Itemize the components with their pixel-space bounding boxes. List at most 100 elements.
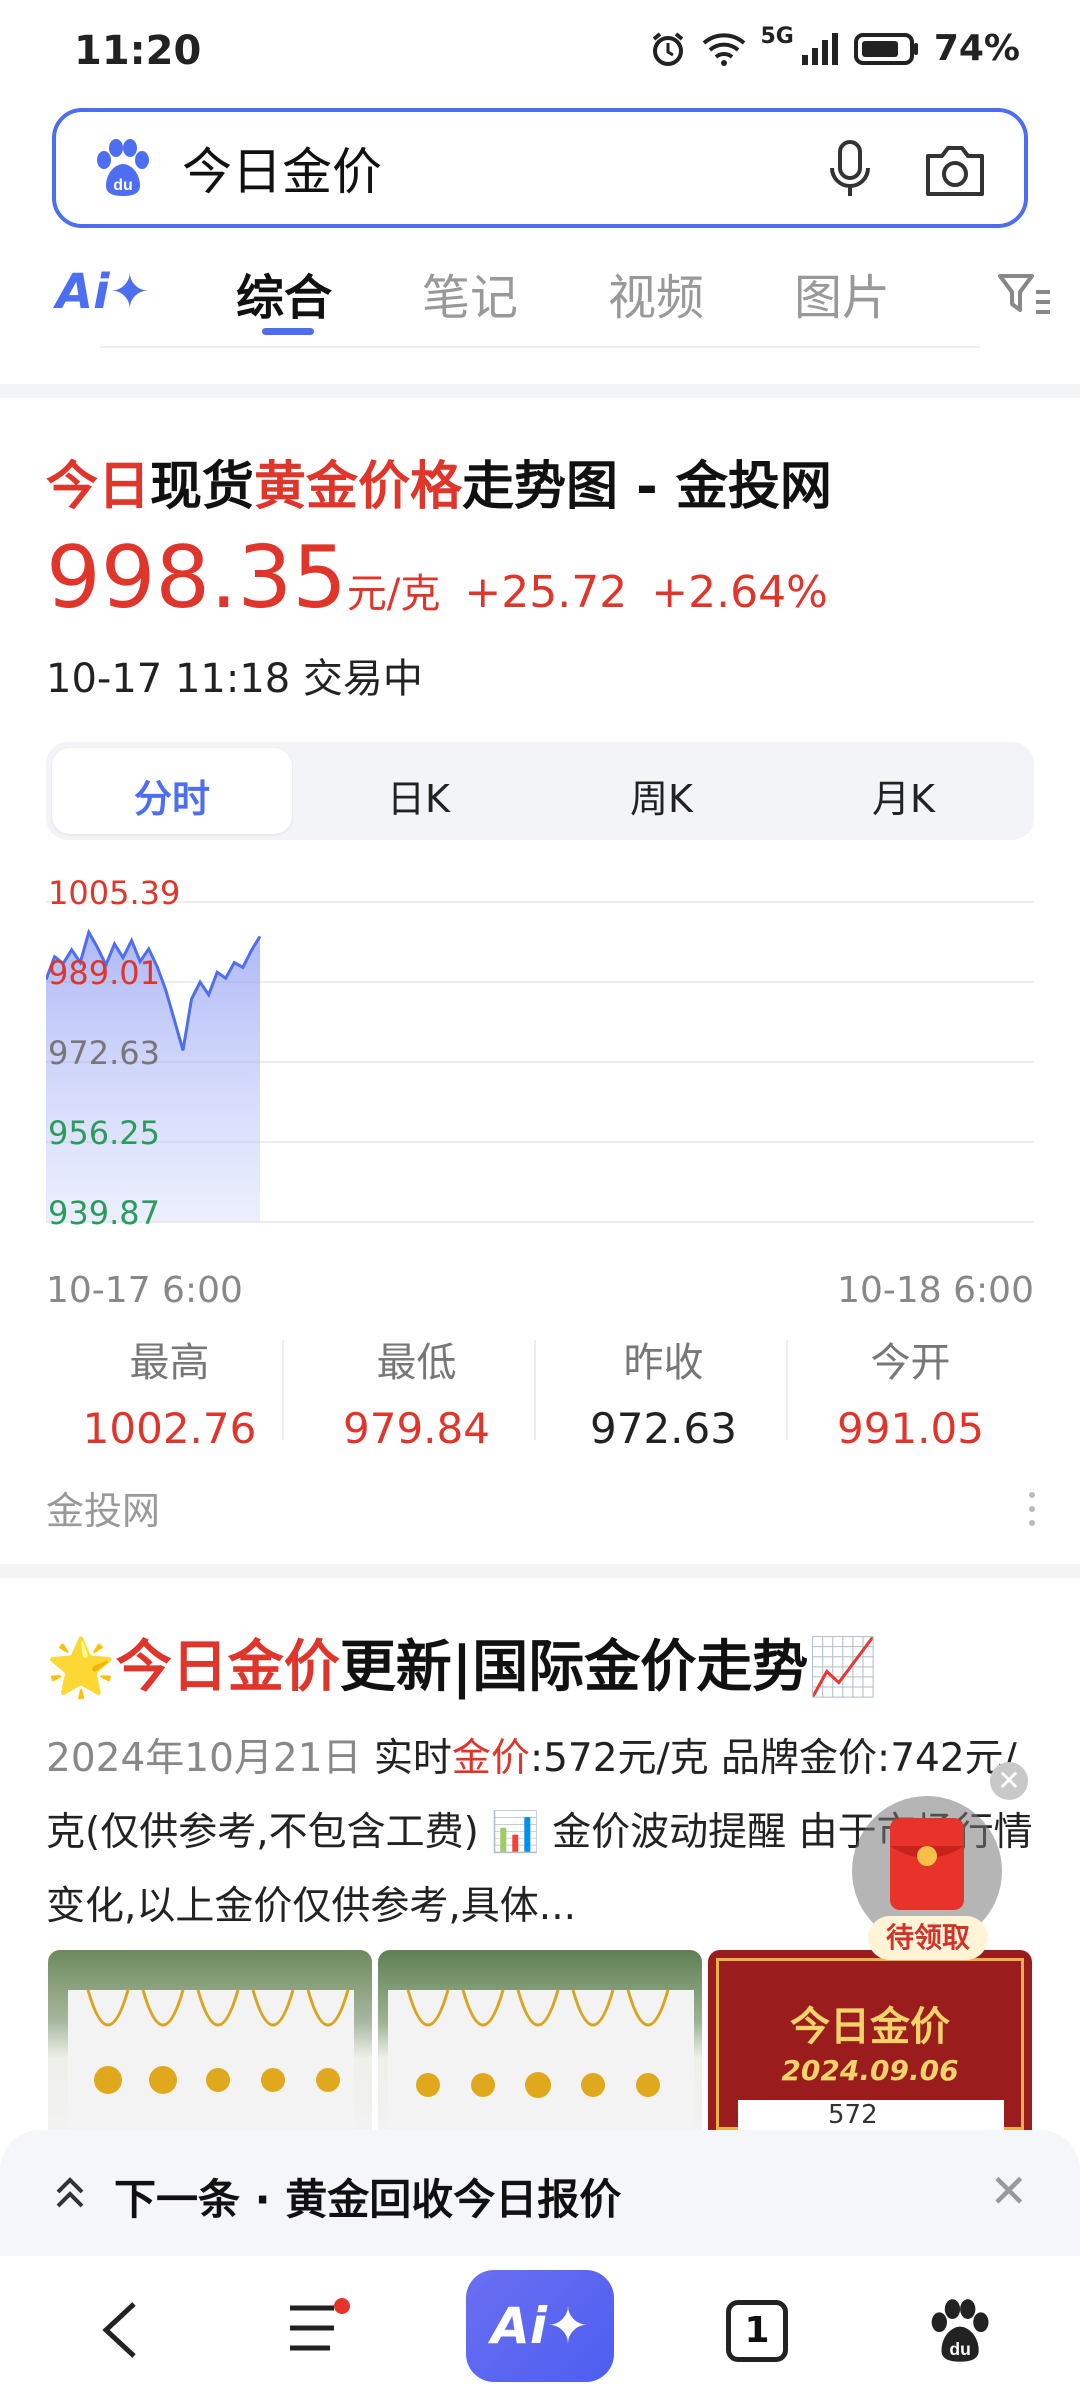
result-image-price-poster[interactable]: 今日金价 2024.09.06 572: [708, 1950, 1032, 2130]
ai-tab[interactable]: Ai✦: [56, 264, 150, 320]
camera-icon[interactable]: [922, 140, 988, 200]
trade-timestamp: 10-17 11:18 交易中: [46, 656, 423, 702]
filter-icon[interactable]: [996, 270, 1052, 318]
back-icon[interactable]: [96, 2300, 144, 2360]
tab-videos[interactable]: 视频: [608, 258, 704, 328]
y-tick-label: 972.63: [48, 1034, 160, 1072]
tab-images[interactable]: 图片: [794, 258, 890, 328]
title-part: 走势图 - 金投网: [462, 457, 832, 517]
status-bar: 11:20 5G 74%: [0, 0, 1080, 100]
alarm-icon: [653, 31, 684, 66]
seg-intraday[interactable]: 分时: [134, 768, 210, 823]
seg-weekly-k[interactable]: 周K: [630, 768, 693, 823]
snippet-text: 实时: [361, 1736, 452, 1781]
snippet-date: 2024年10月21日: [46, 1736, 362, 1781]
wifi-icon: [703, 32, 746, 66]
stat-label: 最低: [376, 1340, 457, 1386]
stat-value: 991.05: [837, 1404, 984, 1453]
search-query[interactable]: 今日金价: [182, 132, 382, 204]
star-emoji-icon: 🌟: [46, 1635, 116, 1700]
tab-comprehensive[interactable]: 综合: [236, 258, 332, 328]
more-options-icon[interactable]: [1028, 1490, 1036, 1528]
red-envelope-icon: [890, 1818, 964, 1910]
result-images: 今日金价 2024.09.06 572: [48, 1950, 1032, 2130]
ai-assistant-button[interactable]: Ai✦: [466, 2270, 614, 2382]
price-change-pct: +2.64%: [651, 567, 828, 618]
price-chart-svg: [44, 901, 1034, 1223]
stat-value: 979.84: [343, 1404, 490, 1453]
status-icons: 5G 74%: [648, 24, 1020, 69]
result-image-necklaces-1[interactable]: [48, 1950, 372, 2130]
status-time: 11:20: [74, 28, 202, 74]
active-tab-indicator: [262, 328, 314, 335]
microphone-icon[interactable]: [824, 138, 876, 202]
stat-value: 972.63: [590, 1404, 737, 1453]
seg-monthly-k[interactable]: 月K: [872, 768, 935, 823]
chart-period-selector: 分时 日K 周K 月K: [46, 742, 1034, 840]
svg-text:du: du: [949, 2339, 970, 2359]
next-result-text: 下一条 · 黄金回收今日报价: [114, 2175, 622, 2224]
stat-label: 今开: [870, 1340, 951, 1386]
chevron-up-icon: [56, 2177, 84, 2208]
price-stats: 最高 1002.76 最低 979.84 昨收 972.63 今开 991.05: [46, 1330, 1034, 1453]
stat-high: 最高 1002.76: [46, 1330, 293, 1453]
baidu-home-icon[interactable]: du: [924, 2296, 994, 2366]
signal-icon: [801, 32, 838, 65]
seg-daily-k[interactable]: 日K: [387, 768, 450, 823]
stat-value: 1002.76: [82, 1404, 257, 1453]
jewelry-illustration: [388, 1989, 694, 2130]
title-part: 今日金价: [115, 1635, 340, 1700]
title-part: 黄金价格: [254, 457, 463, 517]
svg-text:du: du: [113, 177, 133, 194]
x-axis-start: 10-17 6:00: [46, 1270, 243, 1311]
poster-date: 2024.09.06: [781, 2054, 959, 2087]
stat-low: 最低 979.84: [293, 1330, 540, 1453]
next-result-bar[interactable]: 下一条 · 黄金回收今日报价 ✕: [0, 2130, 1080, 2256]
menu-icon: [290, 2298, 350, 2351]
snippet-keyword: 金价: [451, 1736, 530, 1781]
y-tick-label: 939.87: [48, 1194, 160, 1232]
stat-divider: [534, 1340, 536, 1440]
current-price: 998.35: [46, 528, 347, 628]
divider: [100, 346, 980, 348]
result-title[interactable]: 今日现货黄金价格走势图 - 金投网: [46, 444, 832, 519]
search-tabs: Ai✦ 综合 笔记 视频 图片: [0, 250, 1080, 340]
battery-icon: [853, 32, 918, 65]
section-separator: [0, 1564, 1080, 1578]
chart-emoji-icon: 📈: [808, 1635, 878, 1700]
result-source[interactable]: 金投网: [46, 1480, 160, 1535]
section-separator: [0, 384, 1080, 398]
stat-prev-close: 昨收 972.63: [540, 1330, 787, 1453]
result-image-necklaces-2[interactable]: [378, 1950, 702, 2130]
title-part: 今日: [46, 457, 151, 517]
stat-label: 最高: [129, 1340, 210, 1386]
close-icon[interactable]: ✕: [989, 2164, 1028, 2218]
tab-notes[interactable]: 笔记: [422, 258, 518, 328]
title-part: 现货: [150, 457, 255, 517]
network-type: 5G: [760, 24, 794, 49]
tabs-count-button[interactable]: 1: [726, 2300, 788, 2362]
menu-button[interactable]: [286, 2298, 350, 2366]
close-icon[interactable]: ✕: [990, 1762, 1028, 1800]
red-packet-widget[interactable]: 待领取: [852, 1796, 1002, 1966]
result-title-2[interactable]: 🌟今日金价更新|国际金价走势📈: [46, 1622, 878, 1703]
stat-divider: [282, 1340, 284, 1440]
poster-price: 572: [828, 2100, 878, 2130]
price-change: +25.72: [464, 567, 628, 618]
y-tick-label: 989.01: [48, 954, 160, 992]
x-axis-end: 10-18 6:00: [837, 1270, 1034, 1311]
bottom-nav: Ai✦ 1 du: [0, 2256, 1080, 2400]
jewelry-illustration: [68, 1989, 354, 2130]
y-tick-label: 1005.39: [48, 874, 181, 912]
title-part: 更新|国际金价走势: [339, 1635, 809, 1700]
price-unit: 元/克: [346, 571, 441, 617]
price-line: 998.35元/克 +25.72 +2.64%: [46, 528, 828, 628]
stat-label: 昨收: [623, 1340, 704, 1386]
search-box[interactable]: du 今日金价: [52, 108, 1028, 228]
baidu-paw-icon: du: [97, 139, 149, 196]
poster-title: 今日金价: [790, 2004, 950, 2050]
stat-open: 今开 991.05: [787, 1330, 1034, 1453]
y-tick-label: 956.25: [48, 1114, 160, 1152]
battery-level: 74%: [933, 28, 1020, 69]
price-chart[interactable]: 1005.39 989.01 972.63 956.25 939.87: [44, 860, 1034, 1260]
